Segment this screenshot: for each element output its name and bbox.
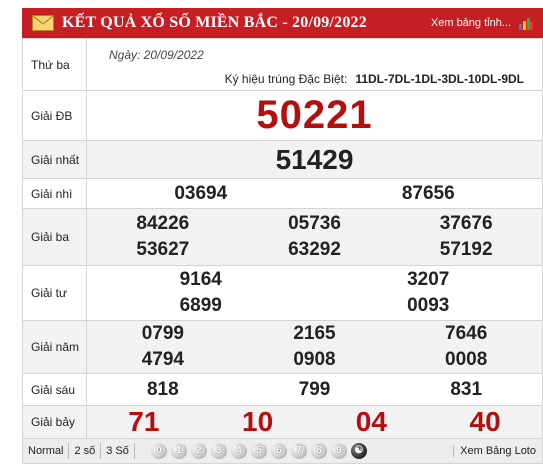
draw-date: Ngày: 20/09/2022: [109, 48, 204, 62]
prize-third-number: 05736: [288, 213, 341, 234]
prize-fifth-number: 4794: [141, 349, 184, 370]
prize-fifth-number: 0908: [293, 349, 336, 370]
prize-third-number: 84226: [136, 213, 190, 234]
digit-1-ball[interactable]: 1: [170, 443, 187, 459]
digit-7-ball[interactable]: 7: [290, 443, 307, 459]
prize-third-number: 63292: [288, 239, 341, 260]
prize-seventh-label: Giải bảy: [22, 405, 87, 439]
digit-8-ball[interactable]: 8: [310, 443, 327, 459]
prize-fifth-number: 0008: [445, 349, 488, 370]
draw-info: Ngày: 20/09/2022 Ký hiệu trúng Đặc Biệt:…: [86, 38, 543, 91]
prize-sixth-number: 818: [146, 378, 179, 400]
prize-third-label: Giải ba: [22, 208, 87, 266]
digit-9-ball[interactable]: 9: [330, 443, 347, 459]
envelope-icon: [32, 15, 54, 31]
digit-5-ball[interactable]: 5: [250, 443, 267, 459]
view-loto-table-link[interactable]: Xem Bảng Loto: [453, 445, 536, 457]
prize-sixth-label: Giải sáu: [22, 373, 87, 406]
prize-second-number: 03694: [174, 182, 228, 204]
prize-fifth-label: Giải năm: [22, 320, 87, 374]
prize-first-number: 51429: [275, 143, 354, 175]
view-provinces-link[interactable]: Xem bảng tỉnh...: [431, 17, 511, 29]
yin-yang-icon[interactable]: ☯: [350, 443, 367, 459]
results-table: Thứ ba Ngày: 20/09/2022 Ký hiệu trúng Đặ…: [22, 38, 543, 439]
prize-fifth-number: 0799: [141, 323, 184, 344]
prize-fourth-number: 3207: [407, 269, 450, 290]
prize-third-number: 37676: [439, 213, 493, 234]
prize-first-label: Giải nhất: [22, 140, 87, 179]
special-code-line: Ký hiệu trúng Đặc Biệt: 11DL-7DL-1DL-3DL-…: [225, 72, 524, 86]
prize-seventh-number: 71: [128, 406, 160, 437]
display-options-bar: Normal 2 số 3 Số 0 1 2 3 4 5 6 7 8 9 ☯ X…: [22, 438, 543, 464]
prize-fourth-label: Giải tư: [22, 265, 87, 321]
prize-db-label: Giải ĐB: [22, 90, 87, 141]
prize-second-label: Giải nhì: [22, 178, 87, 209]
option-3-digits[interactable]: 3 Số: [101, 443, 135, 459]
prize-fifth-number: 7646: [445, 323, 488, 344]
results-header: KẾT QUẢ XỔ SỐ MIỀN BẮC - 20/09/2022 Xem …: [22, 8, 543, 38]
prize-second-number: 87656: [401, 182, 455, 204]
digit-6-ball[interactable]: 6: [270, 443, 287, 459]
bar-chart-icon[interactable]: [519, 16, 533, 30]
prize-seventh-number: 10: [242, 406, 274, 437]
prize-seventh-number: 04: [355, 406, 387, 437]
special-code-label: Ký hiệu trúng Đặc Biệt:: [224, 72, 348, 86]
prize-fourth-number: 9164: [179, 269, 222, 290]
special-code-value: 11DL-7DL-1DL-3DL-10DL-9DL: [355, 72, 524, 86]
option-normal[interactable]: Normal: [23, 443, 70, 459]
prize-fourth-number: 0093: [407, 295, 450, 316]
digit-0-ball[interactable]: 0: [150, 443, 167, 459]
prize-sixth-number: 799: [298, 378, 331, 400]
prize-third-number: 53627: [136, 239, 190, 260]
digit-3-ball[interactable]: 3: [210, 443, 227, 459]
prize-fifth-number: 2165: [293, 323, 336, 344]
weekday-label: Thứ ba: [22, 38, 87, 91]
digit-4-ball[interactable]: 4: [230, 443, 247, 459]
prize-seventh-number: 40: [469, 406, 501, 437]
digit-filter-group: 0 1 2 3 4 5 6 7 8 9 ☯: [150, 443, 367, 459]
digit-2-ball[interactable]: 2: [190, 443, 207, 459]
option-2-digits[interactable]: 2 số: [69, 443, 102, 459]
prize-third-number: 57192: [439, 239, 493, 260]
page-title: KẾT QUẢ XỔ SỐ MIỀN BẮC - 20/09/2022: [62, 14, 367, 31]
prize-sixth-number: 831: [450, 378, 483, 400]
prize-db-number: 50221: [256, 93, 373, 137]
prize-fourth-number: 6899: [179, 295, 222, 316]
